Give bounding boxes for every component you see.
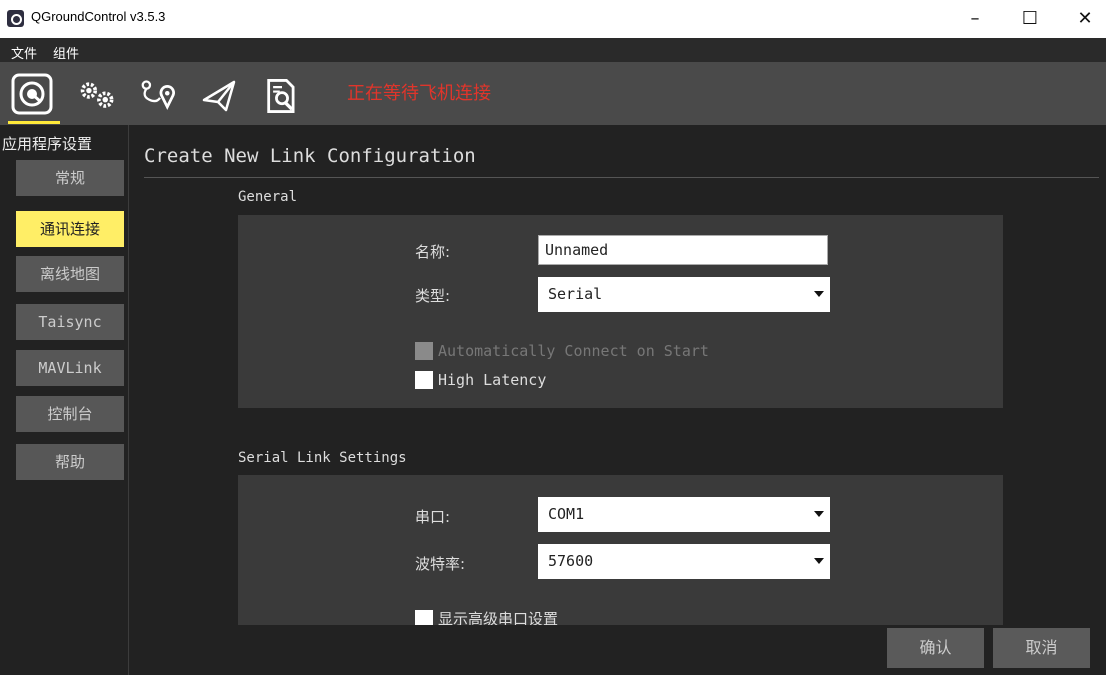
qgc-logo-icon[interactable] [10, 72, 54, 116]
analyze-document-icon[interactable] [262, 76, 302, 116]
cancel-button[interactable]: 取消 [993, 628, 1090, 668]
name-label: 名称: [415, 243, 451, 261]
minimize-button[interactable]: – [955, 4, 995, 34]
window-title-bar: QGroundControl v3.5.3 – ☐ ✕ [0, 0, 1106, 38]
baud-rate-label: 波特率: [415, 555, 466, 573]
general-section-label: General [238, 189, 298, 205]
serial-port-value: COM1 [548, 505, 585, 523]
confirm-button[interactable]: 确认 [887, 628, 984, 668]
serial-port-label: 串口: [415, 508, 451, 526]
sidebar-item-general[interactable]: 常规 [16, 160, 124, 196]
plan-route-icon[interactable] [140, 76, 180, 116]
qgc-app-icon [7, 10, 24, 27]
type-label: 类型: [415, 287, 451, 305]
chevron-down-icon [814, 558, 824, 564]
name-input[interactable]: Unnamed [538, 235, 828, 265]
serial-section-label: Serial Link Settings [238, 450, 407, 466]
connection-status: 正在等待飞机连接 [347, 83, 491, 104]
high-latency-checkbox[interactable] [415, 371, 433, 389]
sidebar-item-console[interactable]: 控制台 [16, 396, 124, 432]
menu-file[interactable]: 文件 [11, 43, 37, 62]
auto-connect-label: Automatically Connect on Start [438, 342, 709, 360]
menu-bar: 文件 组件 [0, 38, 1106, 62]
title-divider [144, 177, 1099, 178]
maximize-button[interactable]: ☐ [1010, 4, 1050, 34]
sidebar-item-help[interactable]: 帮助 [16, 444, 124, 480]
gear-icon[interactable] [78, 76, 118, 116]
high-latency-label: High Latency [438, 371, 547, 389]
sidebar-item-taisync[interactable]: Taisync [16, 304, 124, 340]
type-select[interactable]: Serial [538, 277, 830, 312]
auto-connect-checkbox[interactable] [415, 342, 433, 360]
window-title: QGroundControl v3.5.3 [31, 9, 166, 24]
serial-port-select[interactable]: COM1 [538, 497, 830, 532]
sidebar-item-comm-links[interactable]: 通讯连接 [16, 211, 124, 247]
active-tab-indicator [8, 121, 60, 124]
chevron-down-icon [814, 291, 824, 297]
close-button[interactable]: ✕ [1065, 4, 1105, 34]
sidebar-item-mavlink[interactable]: MAVLink [16, 350, 124, 386]
chevron-down-icon [814, 511, 824, 517]
baud-rate-value: 57600 [548, 552, 594, 570]
page-title: Create New Link Configuration [144, 145, 476, 167]
type-select-value: Serial [548, 285, 603, 303]
baud-rate-select[interactable]: 57600 [538, 544, 830, 579]
sidebar-title: 应用程序设置 [2, 135, 93, 153]
paper-plane-icon[interactable] [200, 76, 240, 116]
menu-components[interactable]: 组件 [53, 43, 79, 62]
sidebar-item-offline-maps[interactable]: 离线地图 [16, 256, 124, 292]
